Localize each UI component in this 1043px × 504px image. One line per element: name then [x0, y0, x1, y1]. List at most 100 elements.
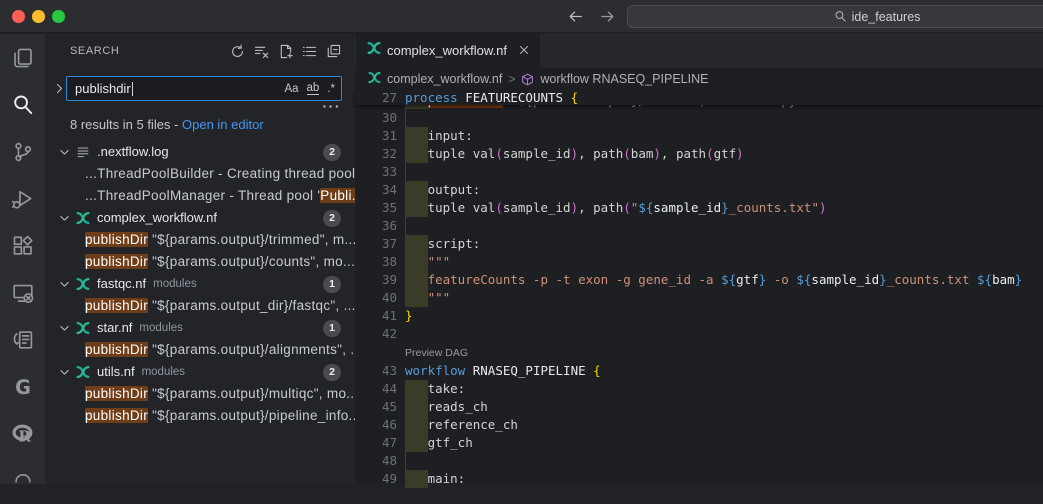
back-icon[interactable] — [567, 8, 584, 25]
whole-word-toggle[interactable]: ab — [307, 82, 320, 95]
chevron-down-icon[interactable] — [58, 321, 72, 335]
code-line-33: 33 — [355, 163, 1043, 181]
gitlens-icon[interactable]: G — [0, 363, 45, 410]
code-line-30: 30 — [355, 109, 1043, 127]
remote-explorer-icon[interactable] — [0, 269, 45, 316]
nextflow-icon — [76, 321, 91, 336]
svg-text:R: R — [18, 427, 31, 444]
search-match-row[interactable]: publishDir "${params.output_dir}/fastqc"… — [45, 295, 355, 317]
search-match-row[interactable]: publishDir "${params.output}/multiqc", m… — [45, 383, 355, 405]
view-as-list-icon[interactable] — [302, 44, 317, 59]
extensions-icon[interactable] — [0, 222, 45, 269]
code-line-44: 44 take: — [355, 380, 1043, 398]
chevron-down-icon[interactable] — [58, 211, 72, 225]
match-highlight: publishDir — [85, 386, 148, 401]
titlebar: ide_features — [0, 0, 1043, 33]
file-name: complex_workflow.nf — [97, 207, 217, 229]
search-toggles: Aaab .* — [284, 82, 335, 95]
match-highlight: publishDir — [85, 342, 148, 357]
breadcrumb-file[interactable]: complex_workflow.nf — [387, 72, 502, 86]
search-header-actions — [230, 44, 341, 59]
code-editor[interactable]: 27process FEATURECOUNTS { publishDir "${… — [355, 90, 1043, 484]
search-result-file[interactable]: .nextflow.log 2 — [45, 141, 355, 163]
forward-icon[interactable] — [599, 8, 616, 25]
traffic-light-minimize[interactable] — [32, 10, 45, 23]
toggle-replace-icon[interactable] — [53, 82, 67, 96]
match-count-badge: 1 — [323, 320, 341, 337]
r-language-icon[interactable]: R — [0, 410, 45, 457]
search-result-file[interactable]: complex_workflow.nf2 — [45, 207, 355, 229]
chevron-down-icon[interactable] — [58, 365, 72, 379]
search-small-icon — [834, 10, 847, 23]
search-result-file[interactable]: fastqc.nf modules 1 — [45, 273, 355, 295]
log-file-icon — [76, 145, 91, 160]
open-in-editor-link[interactable]: Open in editor — [182, 117, 264, 132]
match-highlight: publishDir — [85, 232, 148, 247]
match-count-badge: 2 — [323, 144, 341, 161]
nextflow-icon — [76, 365, 91, 380]
open-new-search-editor-icon[interactable] — [278, 44, 293, 59]
results-summary: 8 results in 5 files - Open in editor — [70, 117, 264, 132]
code-line-39: 39 featureCounts -p -t exon -g gene_id -… — [355, 271, 1043, 289]
command-center-search[interactable]: ide_features — [627, 5, 1043, 28]
search-icon[interactable] — [0, 81, 45, 128]
file-name: fastqc.nf — [97, 273, 146, 295]
nextflow-icon — [368, 71, 381, 87]
match-highlight: publishDir — [85, 254, 148, 269]
search-match-row[interactable]: publishDir "${params.output}/trimmed", m… — [45, 229, 355, 251]
nextflow-icon — [76, 277, 91, 292]
search-match-row[interactable]: publishDir "${params.output}/counts", mo… — [45, 251, 355, 273]
more-actions-icon[interactable]: ··· — [323, 98, 342, 114]
partial-bottom-icon[interactable] — [0, 457, 45, 504]
file-name: utils.nf — [97, 361, 135, 383]
code-line-46: 46 reference_ch — [355, 416, 1043, 434]
code-line-34: 34 output: — [355, 181, 1043, 199]
search-panel: SEARCH publishdir Aaab.* ··· 8 results i… — [45, 34, 355, 484]
sticky-scroll-line[interactable]: 27process FEATURECOUNTS { — [355, 90, 1043, 105]
code-line-48: 48 — [355, 452, 1043, 470]
run-debug-icon[interactable] — [0, 175, 45, 222]
references-icon[interactable] — [0, 316, 45, 363]
code-line-35: 35 tuple val(sample_id), path("${sample_… — [355, 199, 1043, 217]
traffic-light-zoom[interactable] — [52, 10, 65, 23]
codelens-preview-dag[interactable]: Preview DAG — [355, 343, 1043, 362]
breadcrumb-symbol[interactable]: workflow RNASEQ_PIPELINE — [540, 72, 708, 86]
editor-group: complex_workflow.nf complex_workflow.nf … — [355, 34, 1043, 484]
search-input[interactable]: publishdir Aaab.* — [66, 76, 342, 101]
panel-title: SEARCH — [70, 45, 119, 57]
file-name: star.nf — [97, 317, 132, 339]
match-count-badge: 1 — [323, 276, 341, 293]
files-icon[interactable] — [0, 34, 45, 81]
tab-bar: complex_workflow.nf — [355, 33, 1043, 68]
file-badge-detail: modules — [142, 361, 185, 383]
regex-toggle[interactable]: .* — [327, 83, 335, 95]
clear-results-icon[interactable] — [254, 44, 269, 59]
search-result-file[interactable]: utils.nfmodules2 — [45, 361, 355, 383]
code-line-32: 32 tuple val(sample_id), path(bam), path… — [355, 145, 1043, 163]
code-line-45: 45 reads_ch — [355, 398, 1043, 416]
code-line-43: 43workflow RNASEQ_PIPELINE { — [355, 362, 1043, 380]
search-match-row[interactable]: publishDir "${params.output}/pipeline_in… — [45, 405, 355, 427]
match-case-toggle[interactable]: Aa — [284, 83, 298, 95]
source-control-icon[interactable] — [0, 128, 45, 175]
file-badge-detail: modules — [153, 273, 196, 295]
chevron-down-icon[interactable] — [58, 277, 72, 291]
tab-label: complex_workflow.nf — [387, 43, 507, 58]
code-lines: 3031 input:32 tuple val(sample_id), path… — [355, 109, 1043, 488]
chevron-down-icon[interactable] — [58, 145, 72, 159]
search-result-file[interactable]: star.nfmodules1 — [45, 317, 355, 339]
code-line-41: 41} — [355, 307, 1043, 325]
tab-complex-workflow[interactable]: complex_workflow.nf — [356, 33, 540, 68]
svg-text:G: G — [15, 376, 31, 398]
close-icon[interactable] — [517, 43, 532, 58]
collapse-all-icon[interactable] — [326, 44, 341, 59]
code-line-38: 38 """ — [355, 253, 1043, 271]
traffic-light-close[interactable] — [12, 10, 25, 23]
file-name: .nextflow.log — [97, 141, 169, 163]
command-center-text: ide_features — [852, 10, 921, 24]
code-line-49: 49 main: — [355, 470, 1043, 488]
search-match-row[interactable]: ...ThreadPoolBuilder - Creating thread p… — [45, 163, 355, 185]
refresh-icon[interactable] — [230, 44, 245, 59]
search-match-row[interactable]: publishDir "${params.output}/alignments"… — [45, 339, 355, 361]
search-match-row[interactable]: ...ThreadPoolManager - Thread pool 'Publ… — [45, 185, 355, 207]
